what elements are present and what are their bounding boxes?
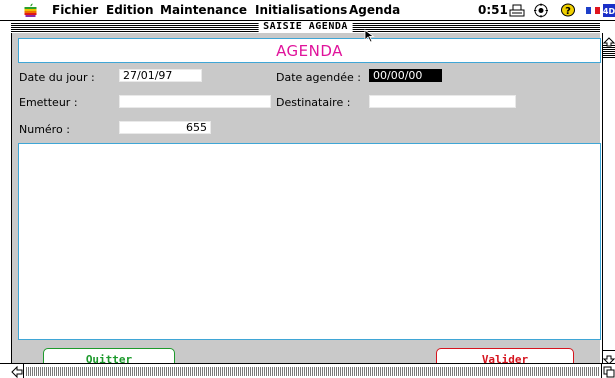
emetteur-label: Emetteur : (19, 96, 78, 109)
date-agendee-field[interactable]: 00/00/00 (369, 69, 442, 82)
vertical-scrollbar[interactable] (602, 33, 615, 365)
french-flag-icon[interactable] (585, 3, 601, 18)
control-panel-icon[interactable] (533, 3, 549, 18)
scroll-down-arrow-icon[interactable] (602, 350, 615, 365)
scroll-up-arrow-icon[interactable] (602, 33, 615, 47)
svg-text:4D: 4D (603, 7, 615, 16)
numero-field[interactable]: 655 (119, 121, 211, 134)
scroll-left-arrow-icon[interactable] (10, 364, 24, 378)
svg-text:?: ? (565, 6, 571, 17)
destinataire-field[interactable] (369, 95, 516, 108)
agenda-window: AGENDA Date du jour : 27/01/97 Date agen… (11, 33, 601, 371)
horizontal-scroll-track[interactable] (26, 367, 599, 376)
help-icon[interactable]: ? (560, 3, 576, 18)
window-title: SAISIE AGENDA (258, 21, 353, 33)
printer-icon[interactable] (509, 3, 525, 18)
form-title: AGENDA (276, 42, 343, 60)
menu-agenda[interactable]: Agenda (349, 3, 400, 17)
date-agendee-label: Date agendée : (276, 71, 361, 84)
menu-bar: Fichier Edition Maintenance Initialisati… (0, 0, 615, 21)
horizontal-scrollbar[interactable] (0, 363, 615, 378)
numero-label: Numéro : (19, 123, 70, 136)
menu-maintenance[interactable]: Maintenance (160, 3, 247, 17)
menu-clock[interactable]: 0:51 (478, 3, 508, 17)
menu-edition[interactable]: Edition (106, 3, 154, 17)
menu-fichier[interactable]: Fichier (52, 3, 98, 17)
form-header: AGENDA (18, 38, 601, 63)
apple-icon[interactable] (24, 3, 37, 18)
menu-initialisations[interactable]: Initialisations (255, 3, 347, 17)
notes-textarea[interactable] (18, 143, 601, 340)
resize-handle-icon[interactable] (601, 364, 615, 378)
emetteur-field[interactable] (119, 95, 271, 108)
scroll-thumb[interactable] (603, 47, 615, 59)
window-title-bar[interactable]: SAISIE AGENDA (11, 21, 600, 33)
destinataire-label: Destinataire : (276, 96, 351, 109)
mouse-pointer-icon (364, 29, 375, 43)
date-jour-label: Date du jour : (19, 71, 95, 84)
app-switcher-icon[interactable]: 4D (603, 3, 615, 18)
date-jour-field[interactable]: 27/01/97 (119, 69, 202, 82)
